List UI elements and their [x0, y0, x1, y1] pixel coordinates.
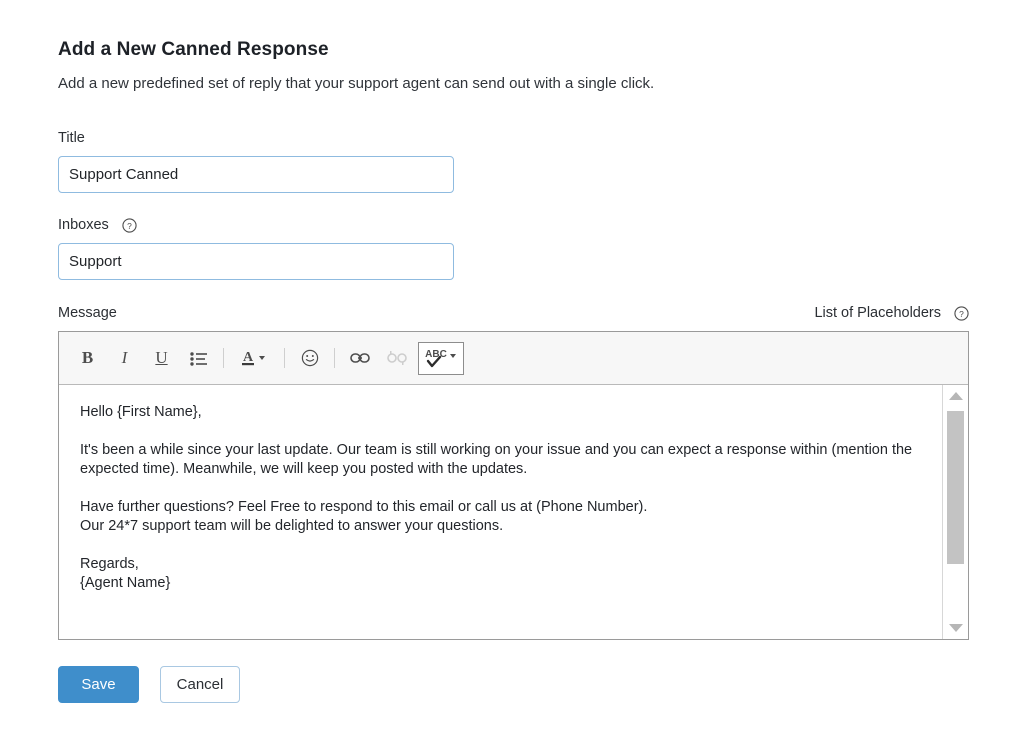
scrollbar-thumb[interactable] — [947, 411, 964, 564]
scroll-up-arrow-icon[interactable] — [943, 385, 968, 407]
svg-text:?: ? — [127, 220, 132, 230]
title-input[interactable] — [58, 156, 454, 193]
scrollbar-track[interactable] — [943, 407, 968, 617]
toolbar-separator — [223, 348, 224, 368]
message-paragraph: Hello {First Name}, — [80, 404, 202, 420]
inboxes-input[interactable] — [58, 243, 454, 280]
bold-icon[interactable]: B — [72, 343, 103, 374]
form-actions: Save Cancel — [58, 666, 968, 703]
italic-icon[interactable]: I — [109, 343, 140, 374]
list-of-placeholders-link[interactable]: List of Placeholders ? — [814, 305, 969, 321]
title-label: Title — [58, 129, 968, 147]
message-paragraph: It's been a while since your last update… — [80, 442, 913, 477]
message-header-row: Message List of Placeholders ? — [58, 304, 969, 322]
list-of-placeholders-label: List of Placeholders — [814, 305, 941, 321]
question-circle-icon[interactable]: ? — [954, 305, 969, 321]
scroll-down-arrow-icon[interactable] — [943, 617, 968, 639]
canned-response-form-page: Add a New Canned Response Add a new pred… — [0, 0, 1024, 733]
svg-text:A: A — [243, 350, 254, 365]
message-textarea[interactable]: Hello {First Name}, It's been a while si… — [59, 385, 942, 639]
emoji-icon[interactable] — [294, 343, 325, 374]
cancel-button[interactable]: Cancel — [160, 666, 240, 703]
editor-toolbar: B I U A ABC — [59, 332, 968, 385]
inboxes-label-text: Inboxes — [58, 217, 109, 233]
unlink-icon — [381, 343, 412, 374]
toolbar-separator — [284, 348, 285, 368]
message-paragraph: Regards, — [80, 556, 139, 572]
page-subtitle: Add a new predefined set of reply that y… — [58, 75, 655, 92]
message-editor: B I U A ABC Hello {First Name}, It's bee… — [58, 331, 969, 640]
title-field-block: Title — [58, 129, 968, 193]
editor-content-area: Hello {First Name}, It's been a while si… — [59, 385, 968, 639]
inboxes-label: Inboxes ? — [58, 216, 968, 234]
spellcheck-icon[interactable]: ABC — [418, 341, 464, 375]
message-paragraph: Have further questions? Feel Free to res… — [80, 499, 648, 515]
message-label: Message — [58, 304, 117, 322]
message-label-text: Message — [58, 305, 117, 321]
font-color-icon[interactable]: A — [233, 343, 275, 374]
svg-text:?: ? — [959, 308, 964, 318]
question-circle-icon[interactable]: ? — [122, 217, 137, 233]
bullet-list-icon[interactable] — [183, 343, 214, 374]
page-title: Add a New Canned Response — [58, 39, 329, 60]
link-icon[interactable] — [344, 343, 375, 374]
svg-text:ABC: ABC — [425, 349, 447, 360]
save-button[interactable]: Save — [58, 666, 139, 703]
message-paragraph: Our 24*7 support team will be delighted … — [80, 518, 504, 534]
editor-scrollbar[interactable] — [942, 385, 968, 639]
toolbar-separator — [334, 348, 335, 368]
message-paragraph: {Agent Name} — [80, 575, 171, 591]
title-label-text: Title — [58, 130, 85, 146]
inboxes-field-block: Inboxes ? — [58, 216, 968, 280]
underline-icon[interactable]: U — [146, 343, 177, 374]
